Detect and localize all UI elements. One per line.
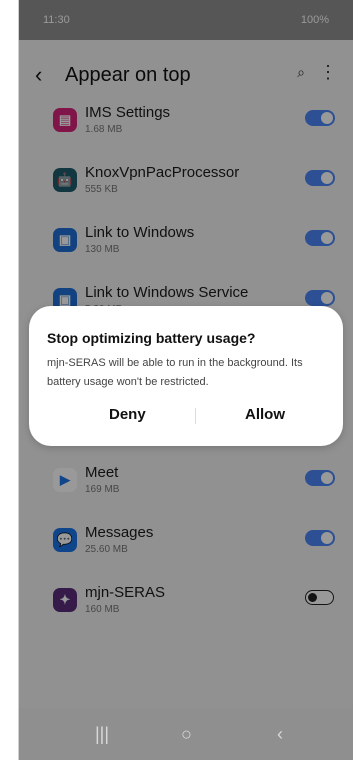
back-nav-icon[interactable]: ‹ [277,724,283,745]
dialog-message: mjn-SERAS will be able to run in the bac… [47,357,303,388]
recent-apps-icon[interactable]: ||| [95,724,109,745]
screen-frame: 11:30 100% ‹ Appear on top ⌕ ⋮ ▤ IMS Sett… [0,0,354,760]
phone-screen: 11:30 100% ‹ Appear on top ⌕ ⋮ ▤ IMS Sett… [18,0,353,760]
deny-button[interactable]: Deny [109,406,146,423]
navigation-bar: ||| ○ ‹ [19,708,353,760]
dialog-divider [195,408,196,424]
battery-dialog: Stop optimizing battery usage? mjn-SERAS… [29,306,343,446]
home-icon[interactable]: ○ [181,724,192,745]
allow-button[interactable]: Allow [245,406,285,423]
dialog-title: Stop optimizing battery usage? [47,330,256,346]
